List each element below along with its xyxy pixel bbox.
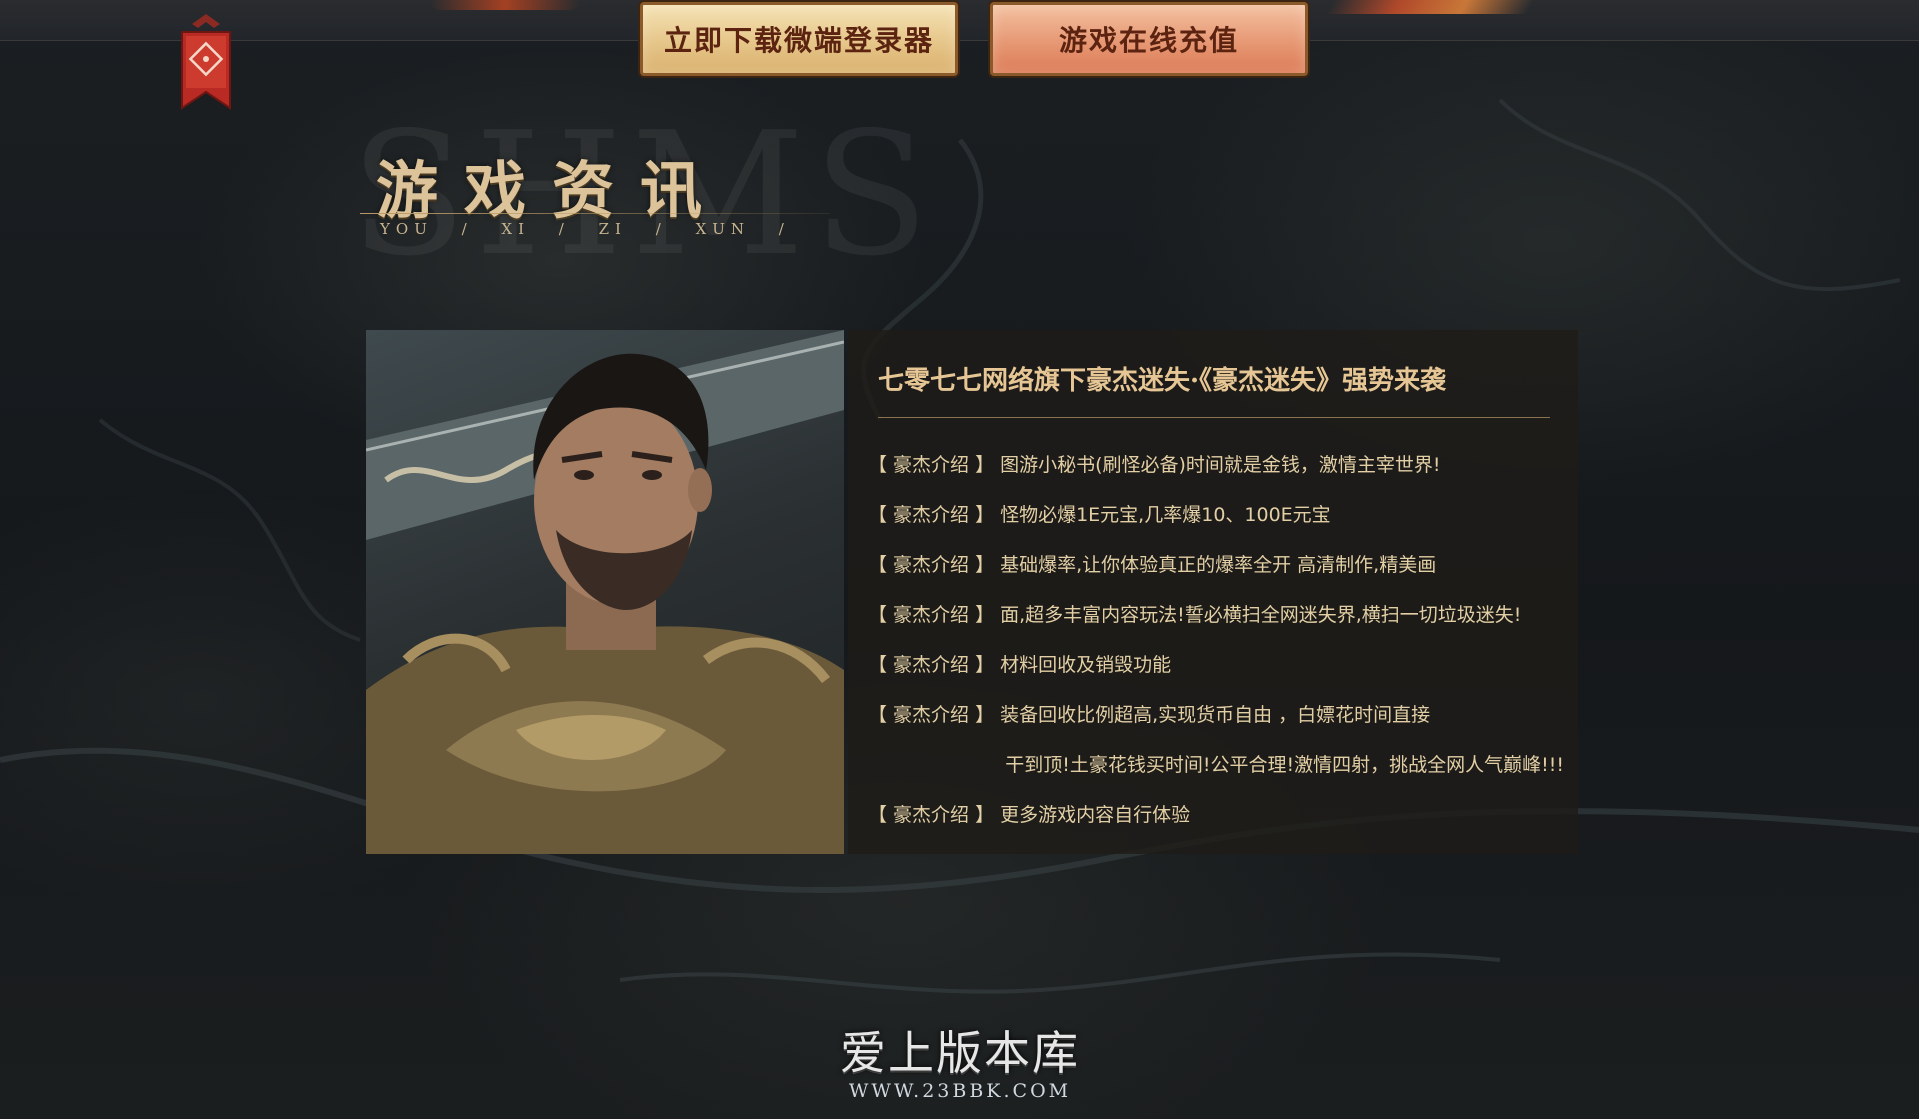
section-subtitle: YOU / XI / ZI / XUN / (380, 220, 790, 238)
item-tag: 【 豪杰介绍 】 (868, 653, 995, 676)
hero-character-image (366, 330, 844, 854)
item-tag: 【 豪杰介绍 】 (868, 603, 995, 626)
flame-accent-left (430, 0, 580, 10)
list-item[interactable]: 【 豪杰介绍 】 装备回收比例超高,实现货币自由 ，白嫖花时间直接 (868, 688, 1578, 738)
recharge-button[interactable]: 游戏在线充值 (990, 2, 1308, 76)
title-divider (360, 213, 830, 214)
list-item[interactable]: 【 豪杰介绍 】 怪物必爆1E元宝,几率爆10、100E元宝 (868, 488, 1578, 538)
download-launcher-button[interactable]: 立即下载微端登录器 (640, 2, 958, 76)
item-tag: 【 豪杰介绍 】 (868, 453, 995, 476)
list-item[interactable]: 【 豪杰介绍 】 面,超多丰富内容玩法!誓必横扫全网迷失界,横扫一切垃圾迷失! (868, 588, 1578, 638)
item-text: 图游小秘书(刷怪必备)时间就是金钱，激情主宰世界! (1000, 453, 1441, 476)
headline-divider (878, 417, 1550, 418)
item-tag: 【 豪杰介绍 】 (868, 503, 995, 526)
list-item[interactable]: 【 豪杰介绍 】 材料回收及销毁功能 (868, 638, 1578, 688)
item-tag: 【 豪杰介绍 】 (868, 703, 995, 726)
item-text: 干到顶!土豪花钱买时间!公平合理!激情四射，挑战全网人气巅峰!!! (1005, 753, 1564, 776)
item-text: 面,超多丰富内容玩法!誓必横扫全网迷失界,横扫一切垃圾迷失! (1000, 603, 1522, 626)
item-text: 更多游戏内容自行体验 (1000, 803, 1191, 826)
list-item[interactable]: 【 豪杰介绍 】 更多游戏内容自行体验 (868, 788, 1578, 838)
top-bar (0, 0, 1919, 41)
list-item[interactable]: 【 豪杰介绍 】 图游小秘书(刷怪必备)时间就是金钱，激情主宰世界! (868, 438, 1578, 488)
list-item-continuation: 干到顶!土豪花钱买时间!公平合理!激情四射，挑战全网人气巅峰!!! (868, 738, 1578, 788)
menu-badge-icon[interactable] (176, 12, 236, 116)
logo-url: WWW.23BBK.COM (848, 1080, 1072, 1102)
logo-name: 爱上版本库 (840, 1026, 1080, 1080)
site-logo[interactable]: 爱上版本库 WWW.23BBK.COM (830, 1030, 1090, 1102)
flame-accent-right (1325, 0, 1535, 14)
news-headline[interactable]: 七零七七网络旗下豪杰迷失·《豪杰迷失》强势来袭 (878, 360, 1568, 397)
item-tag: 【 豪杰介绍 】 (868, 803, 995, 826)
list-item[interactable]: 【 豪杰介绍 】 基础爆率,让你体验真正的爆率全开 高清制作,精美画 (868, 538, 1578, 588)
item-text: 基础爆率,让你体验真正的爆率全开 高清制作,精美画 (1000, 553, 1437, 576)
item-text: 装备回收比例超高,实现货币自由 ，白嫖花时间直接 (1000, 703, 1431, 726)
item-tag: 【 豪杰介绍 】 (868, 553, 995, 576)
section-title: 游戏资讯 (376, 154, 729, 227)
item-text: 材料回收及销毁功能 (1000, 653, 1172, 676)
news-list: 【 豪杰介绍 】 图游小秘书(刷怪必备)时间就是金钱，激情主宰世界! 【 豪杰介… (868, 438, 1578, 838)
item-text: 怪物必爆1E元宝,几率爆10、100E元宝 (1000, 503, 1331, 526)
